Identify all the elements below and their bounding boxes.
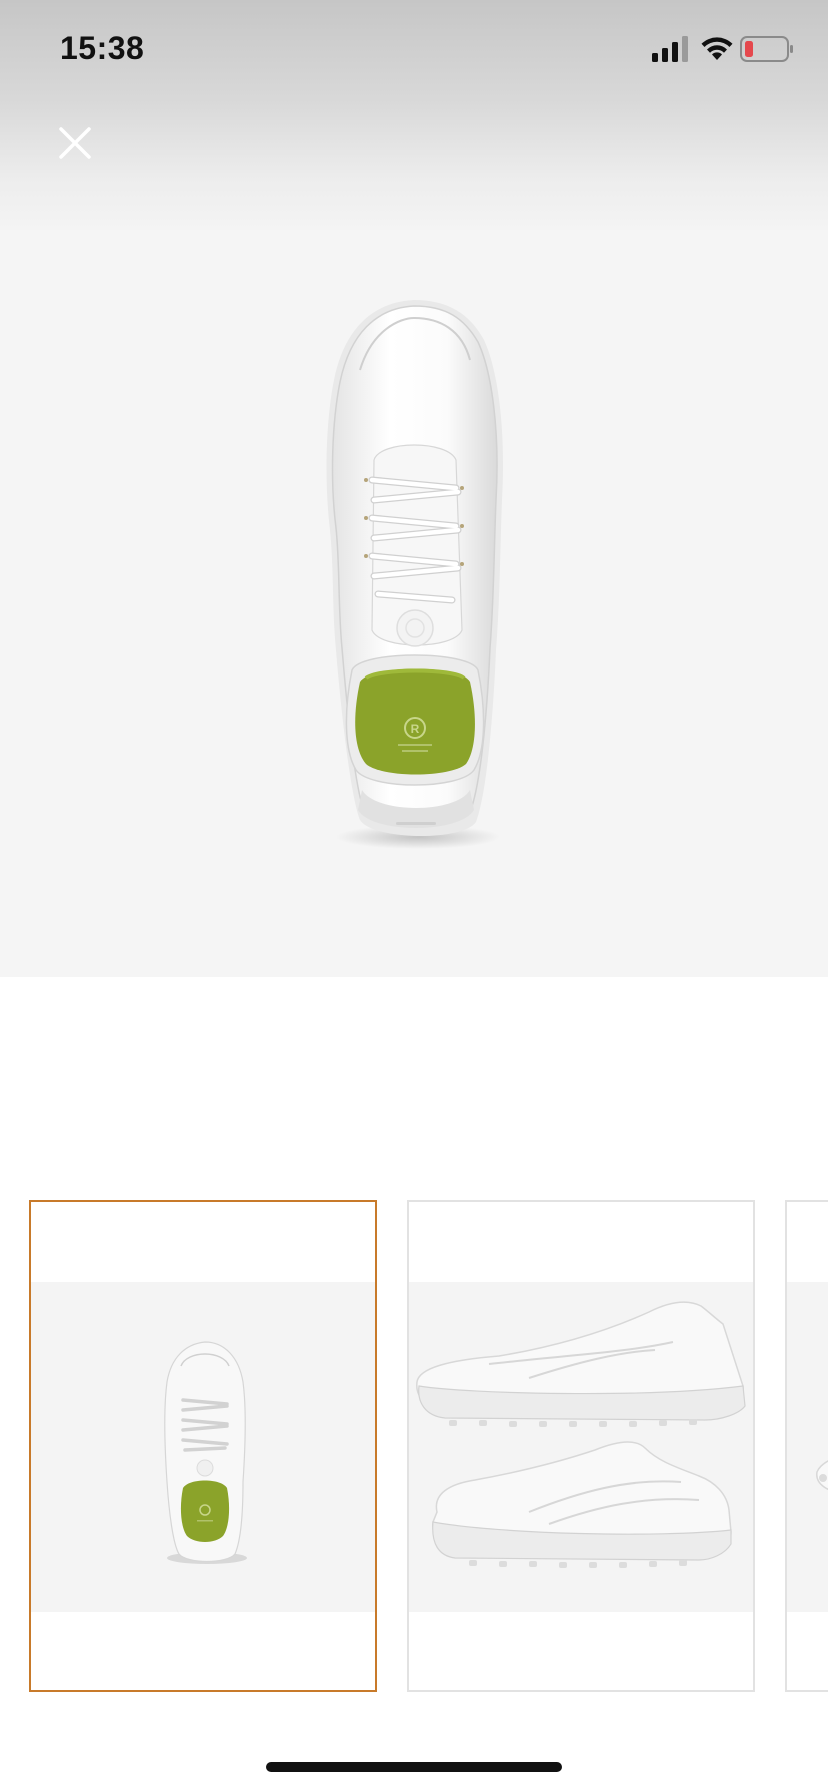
close-button[interactable]	[50, 118, 100, 168]
thumbnail-2[interactable]	[407, 1200, 755, 1692]
svg-text:R: R	[411, 722, 420, 736]
sneaker-partial-thumbnail	[816, 1460, 828, 1491]
wifi-icon	[701, 37, 733, 60]
battery-low-icon	[740, 36, 793, 62]
sneaker-top-view-illustration: R	[326, 300, 504, 849]
status-time: 15:38	[60, 30, 145, 66]
main-product-image[interactable]: R	[0, 230, 828, 977]
sneaker-top-view-thumbnail	[164, 1341, 247, 1564]
sneaker-pair-side-view-thumbnail	[416, 1301, 746, 1568]
thumbnail-strip[interactable]	[0, 1200, 828, 1695]
home-indicator[interactable]	[266, 1762, 562, 1772]
close-icon	[59, 127, 91, 159]
status-bar: 15:38	[0, 0, 828, 100]
thumbnail-1[interactable]	[29, 1200, 377, 1692]
cellular-signal-icon	[652, 36, 688, 62]
thumbnail-3[interactable]	[785, 1200, 828, 1692]
